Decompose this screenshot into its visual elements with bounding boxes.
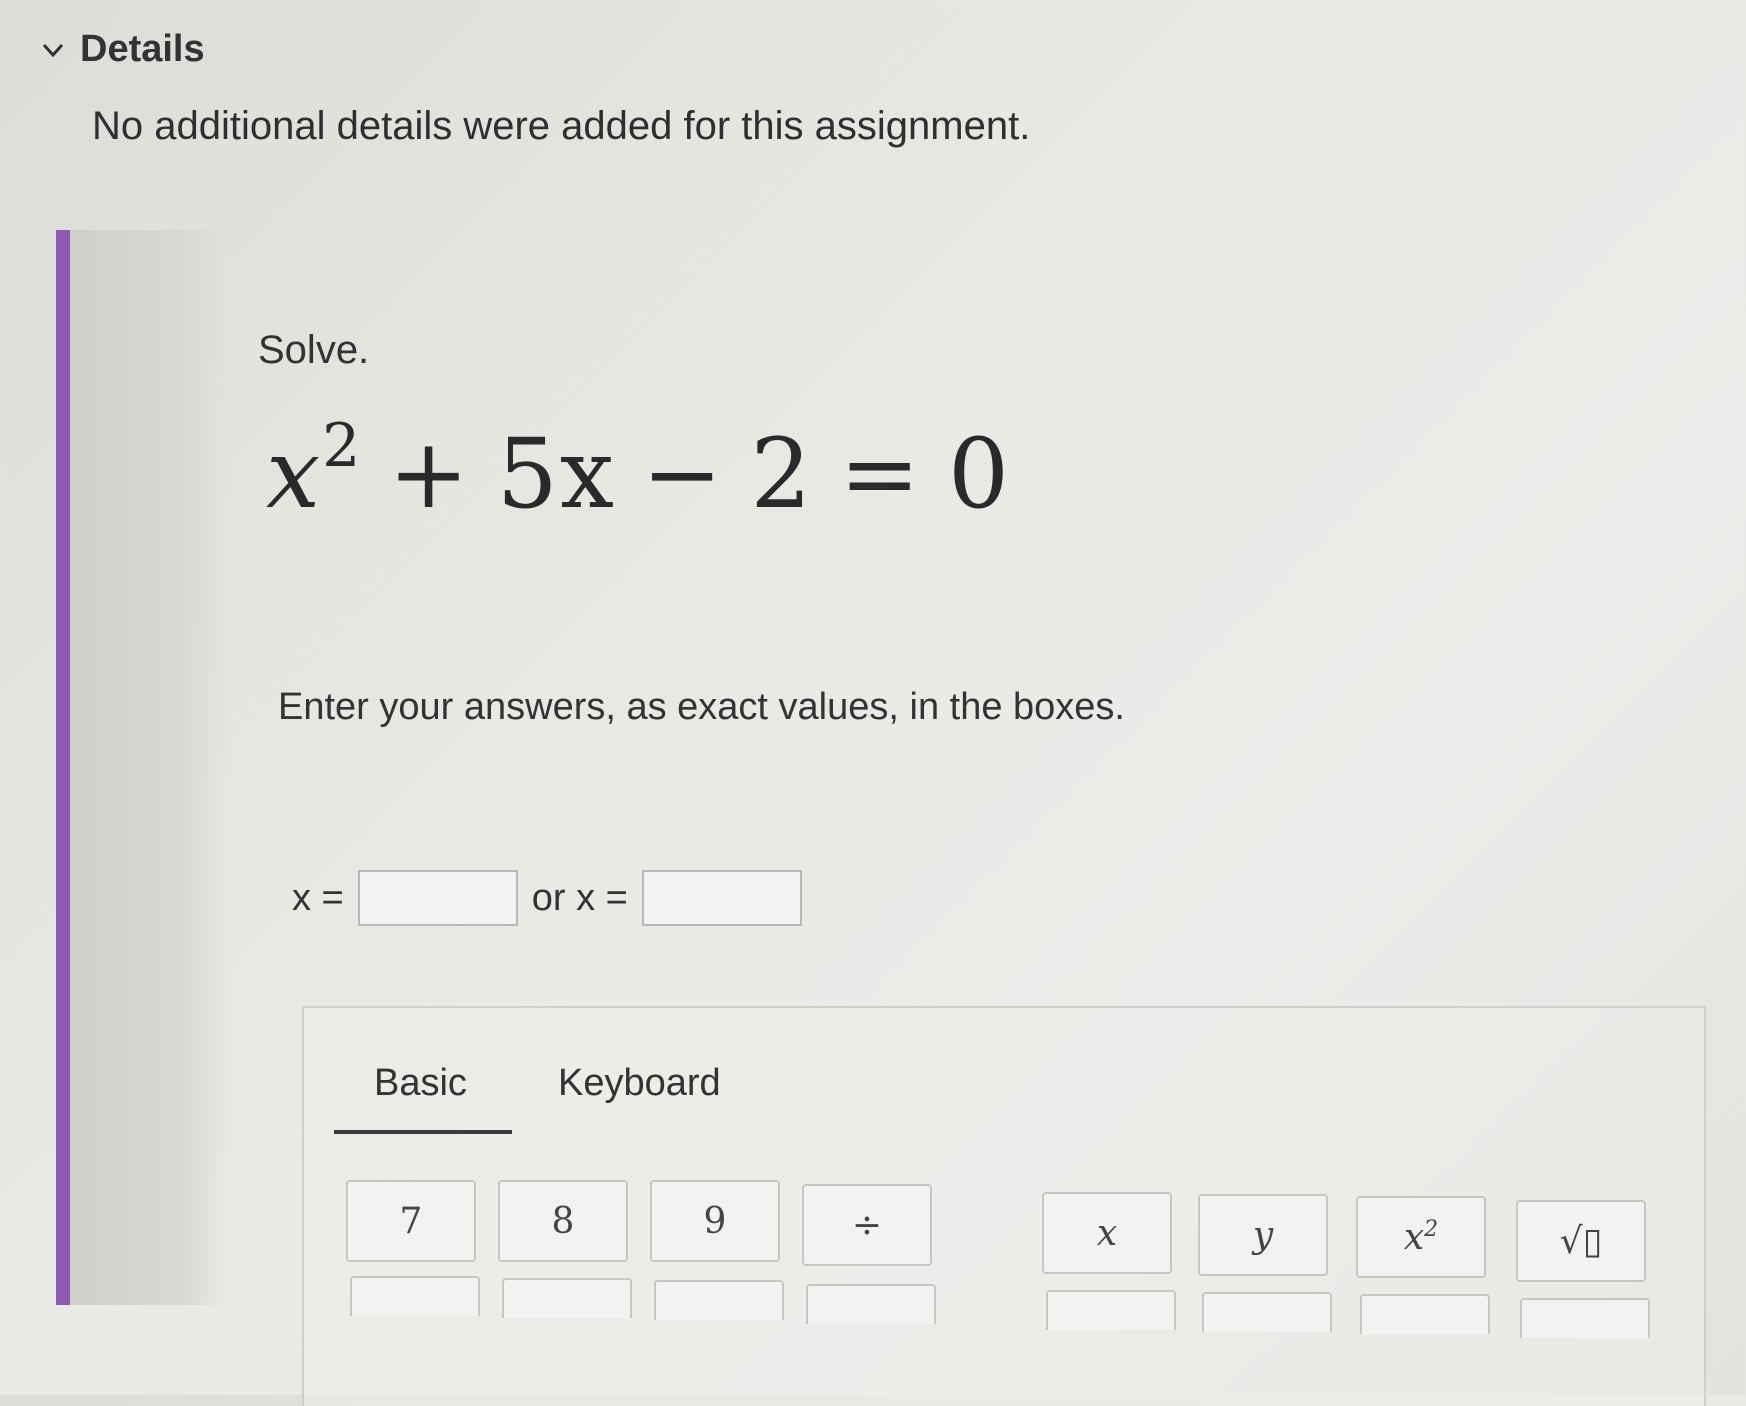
key-divide[interactable]: ÷	[802, 1184, 932, 1266]
question-margin	[70, 230, 230, 1305]
answer-row: x = or x =	[292, 870, 802, 926]
key-square-root[interactable]: √▯	[1516, 1200, 1646, 1282]
key-8[interactable]: 8	[498, 1180, 628, 1262]
tab-basic[interactable]: Basic	[374, 1062, 467, 1105]
key-x-squared-exp: 2	[1424, 1216, 1439, 1242]
instructions: Enter your answers, as exact values, in …	[278, 686, 1125, 728]
key-row2-7[interactable]	[1360, 1294, 1490, 1334]
key-row2-6[interactable]	[1202, 1292, 1332, 1332]
tab-keyboard[interactable]: Keyboard	[558, 1062, 721, 1105]
active-tab-indicator	[334, 1130, 512, 1134]
key-row2-3[interactable]	[654, 1280, 784, 1320]
equation-var: x	[266, 418, 323, 530]
key-row2-5[interactable]	[1046, 1290, 1176, 1330]
answer-label-2: or x =	[531, 876, 628, 919]
chevron-down-icon	[42, 43, 64, 57]
equation-exponent: 2	[322, 411, 363, 481]
key-9[interactable]: 9	[650, 1180, 780, 1262]
key-7[interactable]: 7	[346, 1180, 476, 1262]
equation-rhs: 0	[947, 418, 1012, 530]
details-text: No additional details were added for thi…	[92, 104, 1031, 148]
key-row2-2[interactable]	[502, 1278, 632, 1318]
answer-input-2[interactable]	[641, 870, 802, 926]
answer-input-1[interactable]	[357, 870, 518, 926]
answer-label-1: x =	[292, 876, 344, 919]
question-accent-bar	[56, 230, 70, 1305]
key-x[interactable]: x	[1042, 1192, 1172, 1274]
equation-coef: 5x	[496, 418, 616, 530]
equation: x2 +5x −2 = 0	[266, 411, 1012, 530]
equation-constant: 2	[750, 418, 814, 530]
details-title: Details	[80, 28, 205, 70]
key-x-squared[interactable]: x2	[1356, 1196, 1486, 1278]
math-keypad: Basic Keyboard 7 8 9 ÷ x y x2 √▯	[302, 1006, 1706, 1406]
equation-linear-term: 5x	[497, 418, 616, 530]
key-row2-8[interactable]	[1520, 1298, 1650, 1338]
question-prompt: Solve.	[258, 328, 370, 372]
equation-equals: =	[839, 418, 922, 530]
details-toggle[interactable]: Details	[40, 28, 205, 71]
key-row2-4[interactable]	[806, 1284, 936, 1324]
equation-plus: +	[388, 418, 471, 530]
key-row2-1[interactable]	[350, 1276, 480, 1316]
key-y[interactable]: y	[1198, 1194, 1328, 1276]
key-x-squared-base: x	[1403, 1216, 1425, 1258]
equation-minus: −	[641, 418, 725, 530]
